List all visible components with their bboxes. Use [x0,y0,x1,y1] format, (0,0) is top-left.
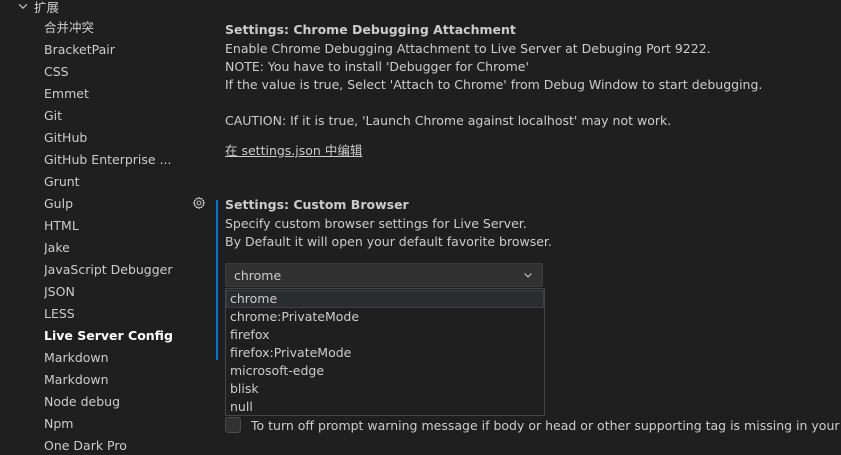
tree-item[interactable]: Grunt [44,171,214,193]
tree-item[interactable]: Git [44,105,214,127]
tree-group-label: 扩展 [34,0,60,15]
tree-item[interactable]: JavaScript Debugger [44,259,214,281]
tree-item[interactable]: Gulp [44,193,214,215]
select-value: chrome [234,267,282,283]
settings-tree: 合并冲突 BracketPair CSS Emmet Git GitHub Gi… [44,17,214,455]
settings-editor: 扩展 合并冲突 BracketPair CSS Emmet Git GitHub… [0,0,841,455]
tree-item[interactable]: Npm [44,413,214,435]
checkbox-label: To turn off prompt warning message if bo… [251,417,841,433]
select-option[interactable]: microsoft-edge [226,362,544,380]
select-option[interactable]: firefox:PrivateMode [226,344,544,362]
tree-item[interactable]: 合并冲突 [44,17,214,39]
setting-focus-indicator [216,200,218,360]
tree-item-live-server-config[interactable]: Live Server Config [44,325,214,347]
tree-item[interactable]: One Dark Pro [44,435,214,455]
description-line: NOTE: You have to install 'Debugger for … [225,59,529,74]
tree-item[interactable]: Markdown [44,347,214,369]
setting-custom-browser: Settings: Custom Browser Specify custom … [225,195,825,251]
select-option[interactable]: chrome:PrivateMode [226,308,544,326]
tree-item[interactable]: JSON [44,281,214,303]
tree-item[interactable]: GitHub [44,127,214,149]
description-line: Enable Chrome Debugging Attachment to Li… [225,41,711,56]
select-option[interactable]: null [226,398,544,416]
tree-item[interactable]: GitHub Enterprise ... [44,149,214,171]
setting-category: Settings: [225,22,294,37]
tree-item[interactable]: LESS [44,303,214,325]
setting-name: Chrome Debugging Attachment [293,22,516,37]
tree-item[interactable]: HTML [44,215,214,237]
gear-icon[interactable] [192,196,206,210]
description-line: Specify custom browser settings for Live… [225,216,527,231]
edit-in-settings-json-link[interactable]: 在 settings.json 中编辑 [225,140,362,159]
description-line: CAUTION: If it is true, 'Launch Chrome a… [225,113,672,128]
select-option[interactable]: blisk [226,380,544,398]
tree-item[interactable]: Node debug [44,391,214,413]
setting-name: Custom Browser [293,197,409,212]
prompt-warning-checkbox[interactable] [225,417,241,433]
tree-group-extensions[interactable]: 扩展 [16,0,59,15]
chevron-down-icon [524,273,532,278]
select-options-list: chrome chrome:PrivateMode firefox firefo… [225,288,545,416]
chevron-down-icon [18,3,28,9]
setting-description: Enable Chrome Debugging Attachment to Li… [225,40,825,130]
setting-category: Settings: [225,197,294,212]
description-line: If the value is true, Select 'Attach to … [225,77,763,92]
tree-item[interactable]: Markdown [44,369,214,391]
select-option-chrome[interactable]: chrome [226,290,544,308]
select-option[interactable]: firefox [226,326,544,344]
setting-chrome-debugging-attachment: Settings: Chrome Debugging Attachment En… [225,20,825,159]
tree-item[interactable]: Emmet [44,83,214,105]
tree-item[interactable]: CSS [44,61,214,83]
setting-prompt-warning: To turn off prompt warning message if bo… [225,417,841,433]
custom-browser-select[interactable]: chrome [225,263,543,287]
tree-item[interactable]: BracketPair [44,39,214,61]
setting-title: Settings: Custom Browser [225,195,825,215]
setting-description: Specify custom browser settings for Live… [225,215,825,251]
tree-item[interactable]: Jake [44,237,214,259]
description-line: By Default it will open your default fav… [225,234,552,249]
setting-title: Settings: Chrome Debugging Attachment [225,20,825,40]
